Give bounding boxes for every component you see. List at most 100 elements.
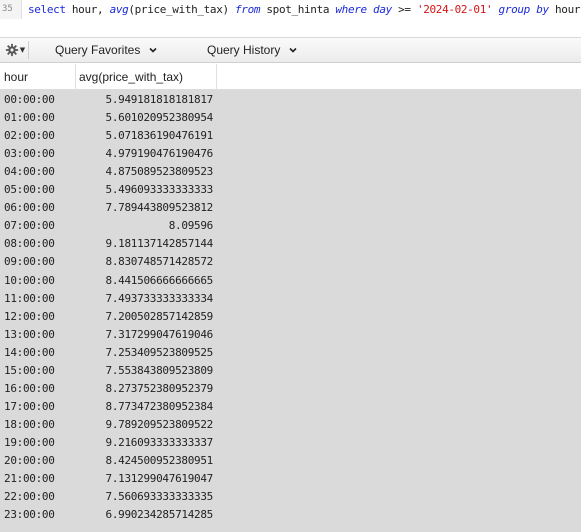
query-tail: hour; [555,3,581,16]
cell-avg-price[interactable]: 7.253409523809525 [106,346,214,359]
cell-hour[interactable]: 01:00:00 [4,111,55,124]
chevron-down-icon [149,47,157,53]
date-literal: '2024-02-01' [416,3,493,16]
editor-gutter: 35 [0,0,22,19]
cell-avg-price[interactable]: 6.990234285714285 [106,508,214,521]
table-row[interactable]: 20:00:00 8.424500952380951 [0,452,581,470]
cell-avg-price[interactable]: 7.317299047619046 [106,328,214,341]
cell-avg-price[interactable]: 5.601020952380954 [106,111,214,124]
function-avg: avg [109,3,129,16]
cell-avg-price[interactable]: 5.071836190476191 [106,129,214,142]
cell-hour[interactable]: 20:00:00 [4,454,55,467]
result-grid-header: hour avg(price_with_tax) [0,64,581,90]
column-resize-handle[interactable] [75,64,76,90]
table-row[interactable]: 08:00:00 9.181137142857144 [0,235,581,253]
cell-hour[interactable]: 16:00:00 [4,382,55,395]
cell-hour[interactable]: 15:00:00 [4,364,55,377]
cell-avg-price[interactable]: 9.789209523809522 [106,418,214,431]
cell-hour[interactable]: 03:00:00 [4,147,55,160]
cell-hour[interactable]: 06:00:00 [4,201,55,214]
table-row[interactable]: 17:00:00 8.773472380952384 [0,398,581,416]
cell-hour[interactable]: 04:00:00 [4,165,55,178]
cell-hour[interactable]: 07:00:00 [4,219,55,232]
table-row[interactable]: 21:00:00 7.131299047619047 [0,470,581,488]
table-row[interactable]: 05:00:00 5.496093333333333 [0,181,581,199]
table-row[interactable]: 07:00:00 8.09596 [0,217,581,235]
table-row[interactable]: 11:00:00 7.493733333333334 [0,290,581,308]
cell-avg-price[interactable]: 5.496093333333333 [106,183,214,196]
cell-hour[interactable]: 23:00:00 [4,508,55,521]
cell-hour[interactable]: 19:00:00 [4,436,55,449]
line-number: 35 [2,4,13,14]
cell-hour[interactable]: 17:00:00 [4,400,55,413]
table-row[interactable]: 12:00:00 7.200502857142859 [0,308,581,326]
cell-avg-price[interactable]: 8.424500952380951 [106,454,214,467]
chevron-down-icon [289,47,297,53]
table-row[interactable]: 22:00:00 7.560693333333335 [0,488,581,506]
query-history-label: Query History [207,43,281,57]
table-row[interactable]: 15:00:00 7.553843809523809 [0,362,581,380]
table-row[interactable]: 00:00:00 5.949181818181817 [0,91,581,109]
cell-hour[interactable]: 14:00:00 [4,346,55,359]
table-row[interactable]: 02:00:00 5.071836190476191 [0,127,581,145]
cell-hour[interactable]: 10:00:00 [4,274,55,287]
query-favorites-label: Query Favorites [55,43,141,57]
table-row[interactable]: 04:00:00 4.875089523809523 [0,163,581,181]
settings-menu-button[interactable]: ▼ [2,41,29,59]
cell-avg-price[interactable]: 7.131299047619047 [106,472,214,485]
table-row[interactable]: 18:00:00 9.789209523809522 [0,416,581,434]
function-args: (price_with_tax) [128,3,236,16]
cell-hour[interactable]: 22:00:00 [4,490,55,503]
cell-hour[interactable]: 21:00:00 [4,472,55,485]
cell-hour[interactable]: 11:00:00 [4,292,55,305]
table-row[interactable]: 23:00:00 6.990234285714285 [0,506,581,524]
cell-avg-price[interactable]: 8.830748571428572 [106,255,214,268]
table-row[interactable]: 13:00:00 7.317299047619046 [0,326,581,344]
sql-query-text[interactable]: select hour, avg(price_with_tax) from sp… [28,3,581,16]
cell-hour[interactable]: 13:00:00 [4,328,55,341]
cell-avg-price[interactable]: 7.560693333333335 [106,490,214,503]
cell-avg-price[interactable]: 7.200502857142859 [106,310,214,323]
cell-avg-price[interactable]: 4.979190476190476 [106,147,214,160]
cell-avg-price[interactable]: 9.181137142857144 [106,237,214,250]
column-resize-handle[interactable] [216,64,217,90]
table-row[interactable]: 10:00:00 8.441506666666665 [0,272,581,290]
query-table: spot_hinta [260,3,336,16]
cell-avg-price[interactable]: 8.09596 [169,219,214,232]
table-row[interactable]: 09:00:00 8.830748571428572 [0,253,581,271]
cell-hour[interactable]: 00:00:00 [4,93,55,106]
query-favorites-menu[interactable]: Query Favorites [55,43,158,57]
operator-gte: >= [398,3,417,16]
cell-avg-price[interactable]: 4.875089523809523 [106,165,214,178]
results-toolbar: ▼ Query Favorites Query History [0,38,581,63]
gear-icon [5,43,18,57]
table-row[interactable]: 06:00:00 7.789443809523812 [0,199,581,217]
cell-avg-price[interactable]: 9.216093333333337 [106,436,214,449]
keyword-select: select [28,3,66,16]
cell-avg-price[interactable]: 5.949181818181817 [106,93,214,106]
table-row[interactable]: 14:00:00 7.253409523809525 [0,344,581,362]
sql-editor[interactable]: 35 select hour, avg(price_with_tax) from… [0,0,581,19]
column-header-hour[interactable]: hour [4,70,28,84]
column-header-avg[interactable]: avg(price_with_tax) [79,70,183,84]
cell-hour[interactable]: 08:00:00 [4,237,55,250]
cell-hour[interactable]: 02:00:00 [4,129,55,142]
cell-avg-price[interactable]: 7.553843809523809 [106,364,214,377]
cell-hour[interactable]: 09:00:00 [4,255,55,268]
cell-avg-price[interactable]: 7.493733333333334 [106,292,214,305]
cell-hour[interactable]: 12:00:00 [4,310,55,323]
table-row[interactable]: 16:00:00 8.273752380952379 [0,380,581,398]
cell-avg-price[interactable]: 8.773472380952384 [106,400,214,413]
keyword-from: from [235,3,261,16]
keyword-where: where [335,3,367,16]
cell-hour[interactable]: 05:00:00 [4,183,55,196]
editor-results-divider[interactable] [0,19,581,38]
table-row[interactable]: 03:00:00 4.979190476190476 [0,145,581,163]
cell-avg-price[interactable]: 8.441506666666665 [106,274,214,287]
cell-hour[interactable]: 18:00:00 [4,418,55,431]
query-history-menu[interactable]: Query History [207,43,298,57]
cell-avg-price[interactable]: 8.273752380952379 [106,382,214,395]
cell-avg-price[interactable]: 7.789443809523812 [106,201,214,214]
table-row[interactable]: 01:00:00 5.601020952380954 [0,109,581,127]
table-row[interactable]: 19:00:00 9.216093333333337 [0,434,581,452]
